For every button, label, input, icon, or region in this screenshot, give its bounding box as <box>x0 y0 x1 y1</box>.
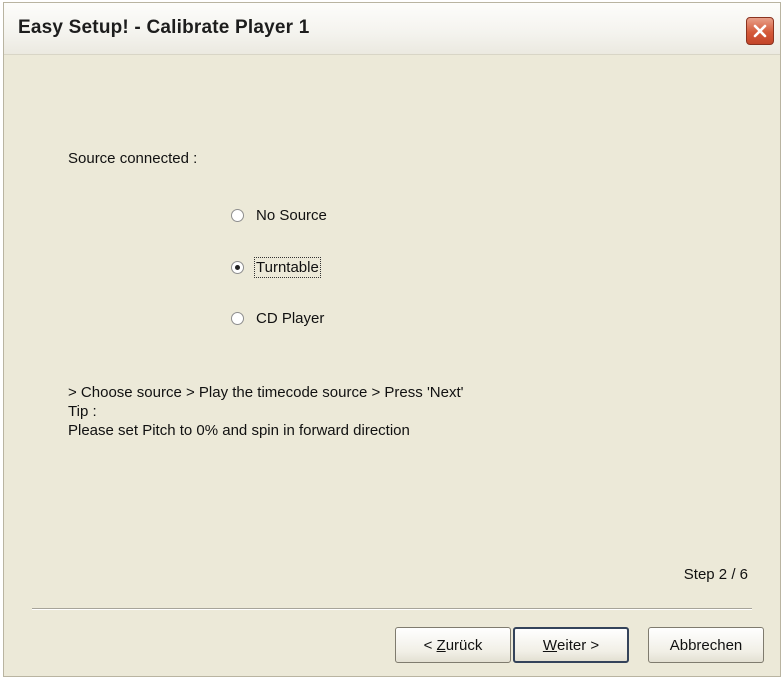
radio-label: Turntable <box>254 257 321 278</box>
radio-no-source[interactable]: No Source <box>231 207 327 224</box>
dialog-content: Source connected : No Source Turntable C… <box>4 55 780 675</box>
close-icon <box>752 23 768 39</box>
tip-heading: Tip : <box>68 403 97 420</box>
title-bar[interactable]: Easy Setup! - Calibrate Player 1 <box>4 3 780 55</box>
next-button[interactable]: Weiter > <box>513 627 629 663</box>
radio-cd-player[interactable]: CD Player <box>231 310 324 327</box>
next-label-rest: eiter > <box>557 636 600 654</box>
back-access-key: Z <box>436 636 446 654</box>
radio-button[interactable] <box>231 312 244 325</box>
instruction-steps: > Choose source > Play the timecode sour… <box>68 384 464 401</box>
back-label-rest: urück <box>445 636 483 654</box>
next-access-key: W <box>542 636 558 654</box>
radio-label: No Source <box>256 207 327 224</box>
radio-button[interactable] <box>231 209 244 222</box>
window-title: Easy Setup! - Calibrate Player 1 <box>18 17 310 38</box>
source-label: Source connected : <box>68 150 198 167</box>
step-indicator: Step 2 / 6 <box>683 566 748 583</box>
instructions-text: > Choose source > Play the timecode sour… <box>68 383 464 440</box>
cancel-button[interactable]: Abbrechen <box>648 627 764 663</box>
radio-button[interactable] <box>231 261 244 274</box>
divider <box>32 608 752 610</box>
radio-label: CD Player <box>256 310 325 327</box>
tip-text: Please set Pitch to 0% and spin in forwa… <box>68 422 410 439</box>
setup-dialog: Easy Setup! - Calibrate Player 1 Source … <box>3 2 781 677</box>
back-button[interactable]: < Zurück <box>395 627 511 663</box>
radio-turntable[interactable]: Turntable <box>231 257 321 278</box>
back-prefix: < <box>423 636 437 654</box>
close-button[interactable] <box>746 17 774 45</box>
